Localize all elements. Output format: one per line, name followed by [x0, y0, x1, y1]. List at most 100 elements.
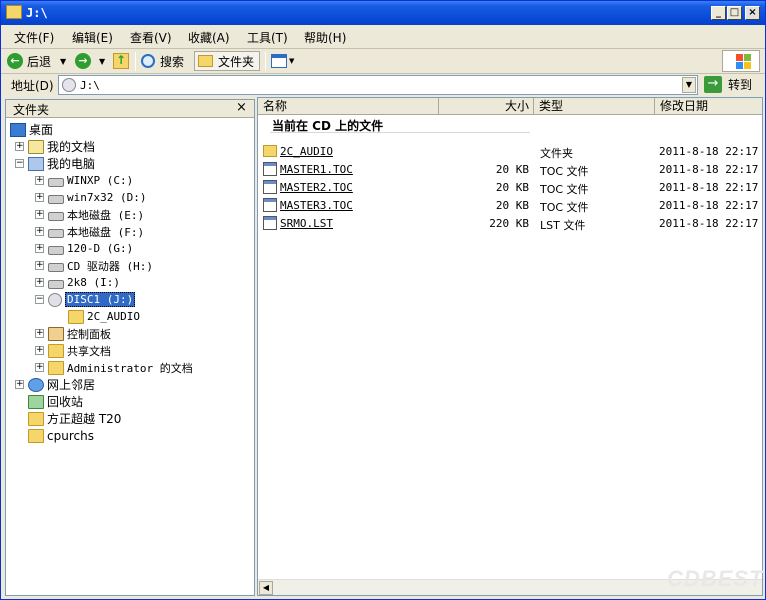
- recycle-bin-icon: [28, 394, 44, 409]
- tree-expander[interactable]: +: [15, 380, 24, 389]
- tree-item-label: 本地磁盘 (F:): [67, 225, 145, 239]
- dropdown-arrow-icon[interactable]: ▼: [99, 57, 105, 66]
- tree-expander[interactable]: +: [35, 363, 44, 372]
- menu-view[interactable]: 查看(V): [130, 29, 172, 46]
- tree-item[interactable]: 方正超越 T20: [28, 410, 121, 427]
- network-icon: [28, 377, 44, 392]
- cd-disc-icon: [62, 78, 76, 92]
- tree-item-label: 共享文档: [67, 344, 111, 358]
- folders-button[interactable]: 文件夹: [194, 51, 261, 71]
- file-date: 2011-8-18 22:17: [659, 145, 759, 158]
- drive-icon: [48, 177, 64, 187]
- tree-expander[interactable]: +: [35, 346, 44, 355]
- menu-favorites[interactable]: 收藏(A): [188, 29, 230, 46]
- address-dropdown-button[interactable]: ▼: [682, 77, 696, 93]
- tree-item[interactable]: 2C_AUDIO: [68, 308, 140, 325]
- file-row[interactable]: MASTER2.TOC 20 KB TOC 文件 2011-8-18 22:17: [258, 179, 762, 196]
- address-input[interactable]: J:\ ▼: [58, 75, 698, 95]
- address-bar: 地址(D) J:\ ▼ → 转到: [1, 74, 765, 98]
- folder-tree-pane[interactable]: 文件夹 × 桌面 + 我的文档 − 我的电脑 + WINXP (C:) + win7x32 (D…: [5, 99, 255, 596]
- tree-item-label: 我的文档: [47, 140, 96, 154]
- drive-icon: [48, 279, 64, 289]
- tree-item[interactable]: 本地磁盘 (F:): [48, 223, 144, 240]
- go-button[interactable]: → 转到: [704, 76, 752, 93]
- tree-item[interactable]: 我的文档: [28, 138, 95, 155]
- tree-expander[interactable]: +: [35, 244, 44, 253]
- tree-item[interactable]: cpurchs: [28, 427, 94, 444]
- tree-item[interactable]: 桌面: [10, 121, 53, 138]
- file-name: MASTER2.TOC: [280, 181, 353, 194]
- tree-item[interactable]: 控制面板: [48, 325, 111, 342]
- tree-expander[interactable]: +: [35, 329, 44, 338]
- tree-item[interactable]: WINXP (C:): [48, 172, 133, 189]
- tree-item[interactable]: 网上邻居: [28, 376, 95, 393]
- menu-file[interactable]: 文件(F): [14, 29, 54, 46]
- search-button[interactable]: 搜索: [141, 51, 184, 71]
- menu-tools[interactable]: 工具(T): [247, 29, 288, 46]
- back-arrow-icon: ←: [7, 53, 23, 69]
- close-pane-button[interactable]: ×: [236, 100, 247, 115]
- tree-item[interactable]: 本地磁盘 (E:): [48, 206, 144, 223]
- column-size[interactable]: 大小: [439, 98, 534, 115]
- tree-expander[interactable]: +: [35, 227, 44, 236]
- tree-item[interactable]: 回收站: [28, 393, 83, 410]
- title-bar[interactable]: J:\ _ □ ×: [1, 1, 765, 25]
- file-name: MASTER3.TOC: [280, 199, 353, 212]
- menu-edit[interactable]: 编辑(E): [72, 29, 113, 46]
- tree-expander[interactable]: −: [35, 295, 44, 304]
- tree-item-label: 回收站: [47, 395, 84, 409]
- tree-item[interactable]: 2k8 (I:): [48, 274, 120, 291]
- maximize-button[interactable]: □: [727, 6, 742, 20]
- folder-icon: [263, 145, 277, 157]
- file-row[interactable]: MASTER1.TOC 20 KB TOC 文件 2011-8-18 22:17: [258, 161, 762, 178]
- tree-item-label: 2C_AUDIO: [87, 310, 140, 323]
- watermark-text: CDBEST: [667, 566, 764, 591]
- tree-item-label: 控制面板: [67, 327, 111, 341]
- minimize-button[interactable]: _: [711, 6, 726, 20]
- tree-expander[interactable]: +: [35, 210, 44, 219]
- file-row[interactable]: SRMO.LST 220 KB LST 文件 2011-8-18 22:17: [258, 215, 762, 232]
- folder-pane-header: 文件夹 ×: [6, 100, 254, 118]
- tree-expander[interactable]: +: [15, 142, 24, 151]
- tree-item[interactable]: 我的电脑: [28, 155, 95, 172]
- menu-help[interactable]: 帮助(H): [304, 29, 346, 46]
- tree-expander[interactable]: +: [35, 261, 44, 270]
- address-value: J:\: [80, 79, 100, 92]
- up-folder-button[interactable]: ↑: [113, 51, 129, 71]
- file-name: MASTER1.TOC: [280, 163, 353, 176]
- tree-expander[interactable]: +: [35, 278, 44, 287]
- file-row[interactable]: 2C_AUDIO 文件夹 2011-8-18 22:17: [258, 143, 762, 160]
- go-label: 转到: [728, 78, 753, 92]
- tree-item[interactable]: DISC1 (J:): [48, 291, 136, 308]
- tree-item[interactable]: 120-D (G:): [48, 240, 133, 257]
- file-name: 2C_AUDIO: [280, 145, 333, 158]
- column-name[interactable]: 名称: [258, 98, 439, 115]
- tree-item-label: Administrator 的文档: [67, 361, 193, 375]
- close-button[interactable]: ×: [745, 6, 760, 20]
- file-name: SRMO.LST: [280, 217, 333, 230]
- folder-icon: [68, 309, 84, 324]
- forward-button[interactable]: → ▼: [75, 51, 105, 71]
- tree-expander[interactable]: +: [35, 193, 44, 202]
- tree-item[interactable]: win7x32 (D:): [48, 189, 146, 206]
- scroll-left-button[interactable]: ◀: [259, 581, 273, 595]
- views-button[interactable]: ▼: [271, 51, 294, 71]
- tree-item[interactable]: 共享文档: [48, 342, 111, 359]
- tree-item-label: cpurchs: [47, 428, 94, 443]
- tree-item-label: WINXP (C:): [67, 174, 134, 187]
- back-button[interactable]: ← 后退 ▼: [7, 51, 66, 71]
- tree-item[interactable]: CD 驱动器 (H:): [48, 257, 153, 274]
- tree-expander[interactable]: +: [35, 176, 44, 185]
- file-list-pane[interactable]: 名称 大小 类型 修改日期 当前在 CD 上的文件 2C_AUDIO 文件夹 201…: [257, 97, 763, 596]
- tree-item-label: 本地磁盘 (E:): [67, 208, 145, 222]
- dropdown-arrow-icon[interactable]: ▼: [60, 57, 66, 66]
- folder-icon: [28, 411, 44, 426]
- column-modified[interactable]: 修改日期: [655, 98, 762, 115]
- toc-file-icon: [263, 198, 277, 212]
- tree-item[interactable]: Administrator 的文档: [48, 359, 193, 376]
- window-title: J:\: [26, 6, 48, 20]
- file-size: 20 KB: [495, 163, 529, 176]
- tree-expander[interactable]: −: [15, 159, 24, 168]
- column-type[interactable]: 类型: [534, 98, 655, 115]
- file-row[interactable]: MASTER3.TOC 20 KB TOC 文件 2011-8-18 22:17: [258, 197, 762, 214]
